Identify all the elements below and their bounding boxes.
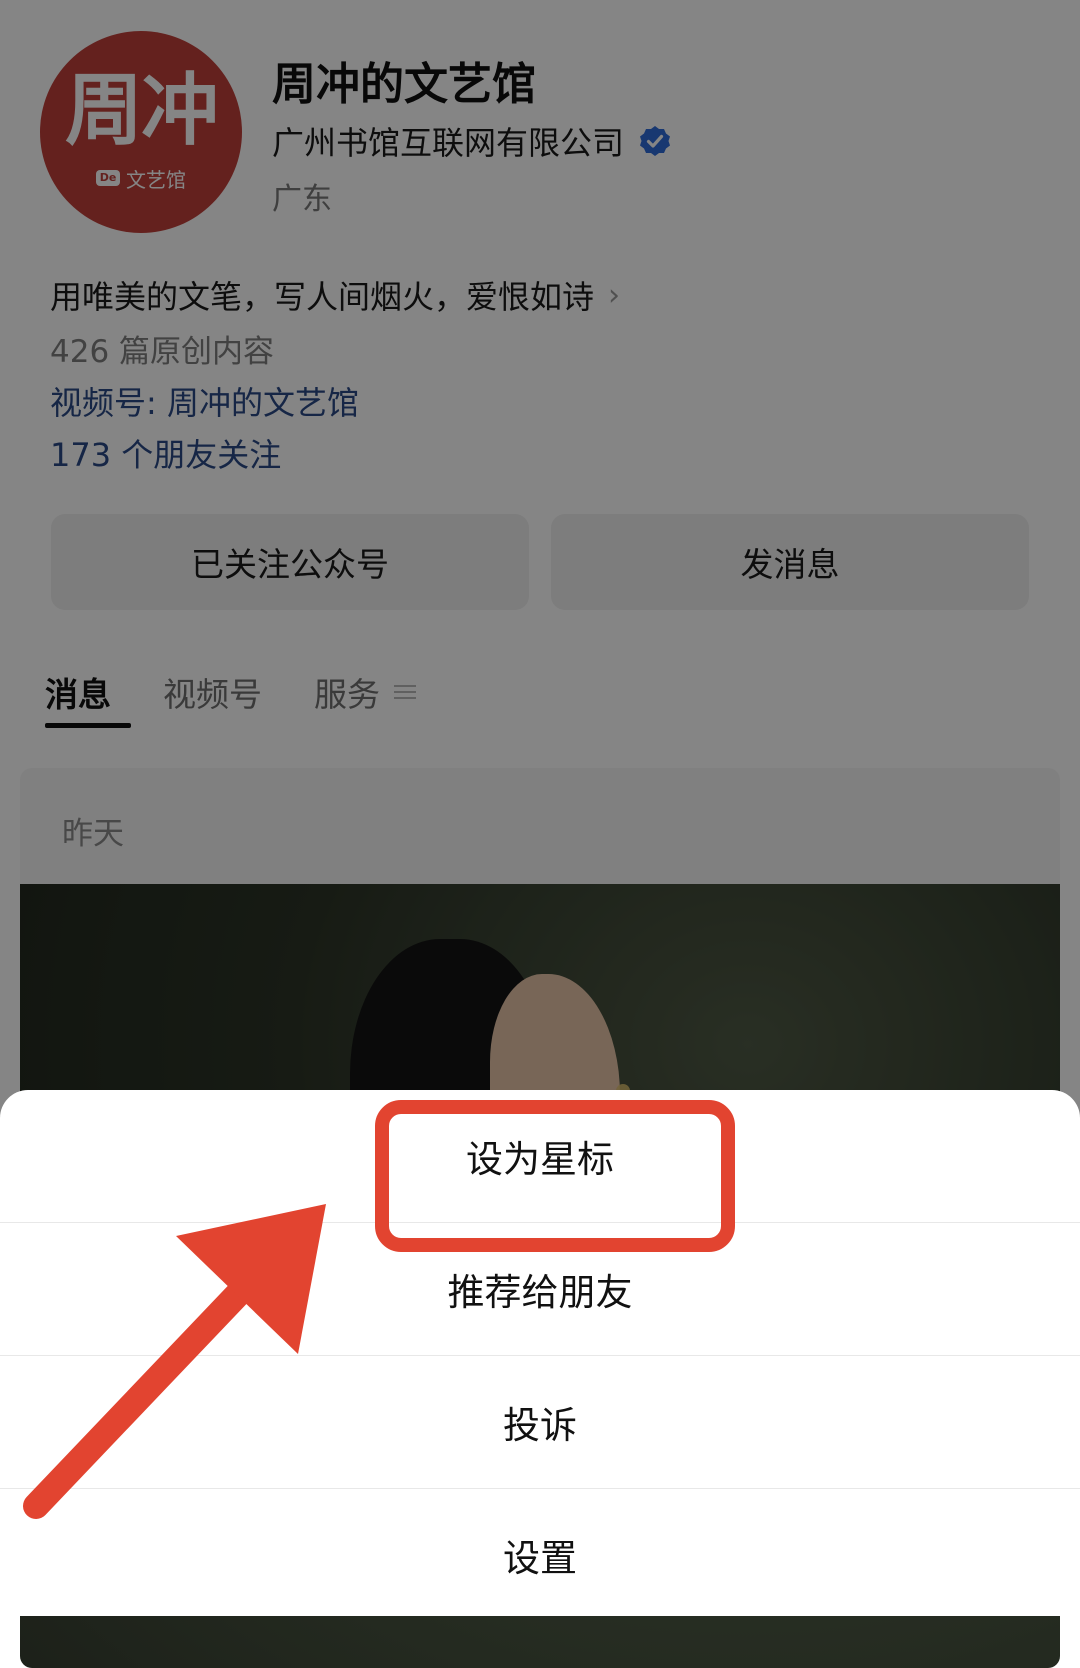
- complain-button[interactable]: 投诉: [0, 1356, 1080, 1488]
- official-account-profile-page: 周冲 De 文艺馆 周冲的文艺馆 广州书馆互联网有限公司 广东 用唯美的文笔，写…: [0, 0, 1080, 1668]
- action-sheet: 设为星标 推荐给朋友 投诉 设置: [0, 1090, 1080, 1616]
- set-star-button[interactable]: 设为星标: [0, 1090, 1080, 1222]
- recommend-to-friend-button[interactable]: 推荐给朋友: [0, 1223, 1080, 1355]
- settings-button[interactable]: 设置: [0, 1489, 1080, 1621]
